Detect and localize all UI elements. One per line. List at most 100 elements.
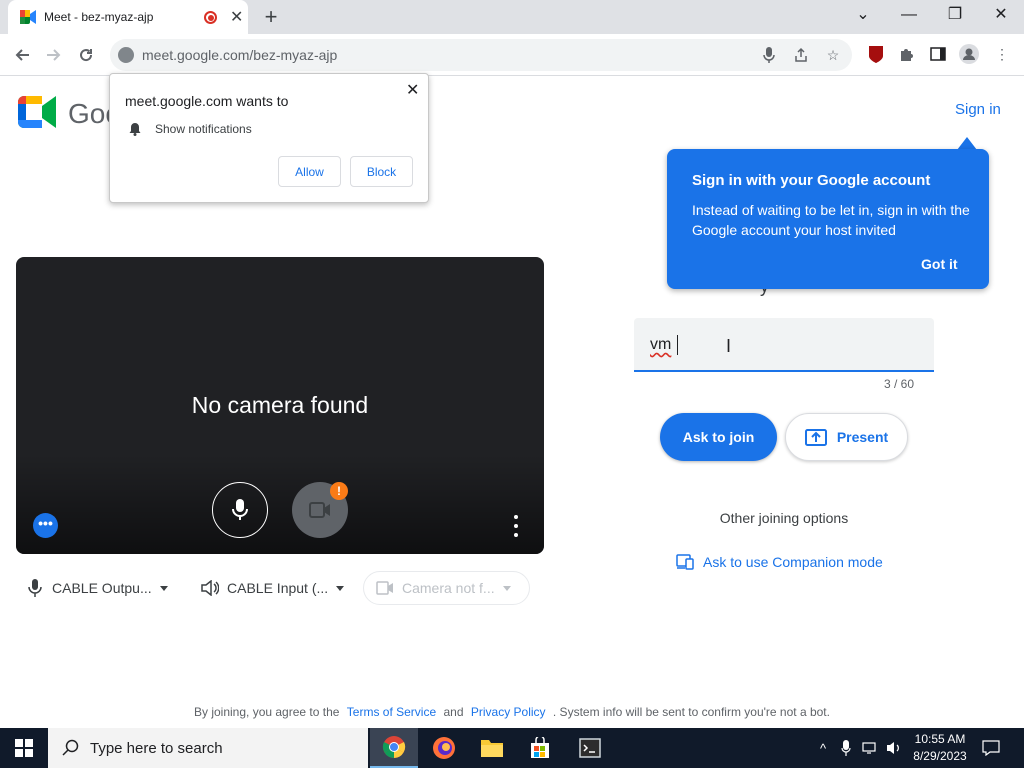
tab-strip: Meet - bez-myaz-ajp ✕ + ⌄ — ❐ ✕ — [0, 0, 1024, 34]
present-screen-icon — [804, 428, 827, 446]
microphone-icon — [28, 579, 42, 597]
companion-devices-icon — [676, 554, 694, 570]
microphone-select[interactable]: CABLE Outpu... — [28, 573, 168, 603]
notification-permission-popup: meet.google.com wants to ✕ Show notifica… — [109, 73, 429, 203]
microphone-icon — [232, 499, 248, 520]
share-icon[interactable] — [790, 44, 812, 66]
sign-in-tooltip: Sign in with your Google account Instead… — [667, 149, 989, 289]
back-button[interactable] — [10, 43, 34, 67]
folder-icon — [481, 740, 503, 757]
chevron-down-icon — [502, 585, 511, 591]
chevron-down-icon — [336, 585, 345, 591]
bell-icon — [129, 123, 141, 136]
minimize-button[interactable]: — — [889, 4, 929, 26]
visual-effects-button[interactable]: ••• — [33, 513, 58, 538]
meet-favicon-icon — [20, 10, 36, 24]
taskbar-chrome-app[interactable] — [370, 728, 418, 768]
terms-and: and — [443, 705, 464, 719]
chrome-icon — [382, 736, 406, 758]
tooltip-title: Sign in with your Google account — [692, 172, 931, 189]
taskbar-search-box[interactable]: Type here to search — [48, 728, 368, 768]
companion-mode-link[interactable]: Ask to use Companion mode — [676, 554, 883, 570]
extensions-puzzle-icon[interactable] — [896, 43, 918, 65]
tab-title: Meet - bez-myaz-ajp — [44, 10, 154, 24]
tray-microphone-icon[interactable] — [838, 728, 854, 768]
microphone-select-value: CABLE Outpu... — [52, 580, 152, 596]
tab-search-icon[interactable]: ⌄ — [843, 4, 883, 26]
popup-permission-item: Show notifications — [155, 122, 252, 136]
url-text: meet.google.com/bez-myaz-ajp — [142, 47, 338, 63]
name-input-value: vm — [650, 336, 672, 353]
companion-mode-label: Ask to use Companion mode — [703, 554, 883, 570]
sign-in-link[interactable]: Sign in — [955, 101, 1001, 118]
terms-of-service-link[interactable]: Terms of Service — [343, 705, 440, 719]
speaker-select[interactable]: CABLE Input (... — [201, 573, 345, 603]
allow-button[interactable]: Allow — [278, 156, 341, 187]
clock-date: 8/29/2023 — [913, 749, 967, 763]
camera-select[interactable]: Camera not f... — [363, 571, 530, 605]
ask-to-join-button[interactable]: Ask to join — [660, 413, 777, 461]
terms-prefix: By joining, you agree to the — [194, 705, 340, 719]
browser-toolbar: meet.google.com/bez-myaz-ajp ☆ 14 ⋮ — [0, 34, 1024, 102]
taskbar-clock[interactable]: 10:55 AM 8/29/2023 — [905, 731, 975, 765]
tab-close-icon[interactable]: ✕ — [230, 7, 243, 27]
show-hidden-icons-icon[interactable]: ^ — [812, 728, 834, 768]
side-panel-icon[interactable] — [927, 43, 949, 65]
terms-suffix: . System info will be sent to confirm yo… — [552, 705, 830, 719]
no-camera-message: No camera found — [191, 392, 369, 418]
present-label: Present — [836, 429, 889, 445]
browser-menu-icon[interactable]: ⋮ — [991, 43, 1013, 65]
bookmark-star-icon[interactable]: ☆ — [822, 44, 844, 66]
video-camera-icon — [309, 502, 330, 518]
block-button[interactable]: Block — [350, 156, 413, 187]
volume-icon[interactable] — [884, 728, 904, 768]
microphone-toggle-button[interactable] — [212, 482, 268, 538]
popup-title: meet.google.com wants to — [125, 93, 289, 109]
ibeam-cursor-icon: I — [726, 336, 732, 356]
chevron-down-icon — [159, 585, 168, 591]
network-icon[interactable] — [860, 728, 880, 768]
got-it-button[interactable]: Got it — [921, 256, 958, 272]
speaker-icon — [201, 580, 219, 596]
camera-select-value: Camera not f... — [402, 580, 495, 596]
more-options-icon[interactable] — [510, 515, 522, 537]
notification-center-icon[interactable] — [976, 728, 1006, 768]
lock-icon[interactable] — [118, 47, 134, 63]
start-button[interactable] — [0, 728, 48, 768]
address-bar[interactable]: meet.google.com/bez-myaz-ajp ☆ — [110, 39, 852, 71]
taskbar: Type here to search ^ 10:55 AM 8/29/2023 — [0, 728, 1024, 768]
taskbar-search-placeholder: Type here to search — [90, 739, 223, 757]
privacy-policy-link[interactable]: Privacy Policy — [467, 705, 550, 719]
search-icon — [62, 739, 79, 756]
extension-icon[interactable] — [865, 43, 887, 65]
video-camera-icon — [376, 581, 393, 595]
terms-notice: By joining, you agree to the Terms of Se… — [0, 705, 1024, 719]
windows-logo-icon — [15, 739, 33, 757]
taskbar-firefox-app[interactable] — [420, 728, 468, 768]
microphone-icon[interactable] — [758, 44, 780, 66]
forward-button[interactable] — [42, 43, 66, 67]
reload-button[interactable] — [74, 43, 98, 67]
close-window-button[interactable]: ✕ — [981, 4, 1021, 26]
taskbar-file-explorer-app[interactable] — [468, 728, 516, 768]
name-input[interactable]: vm I — [634, 318, 934, 372]
profile-avatar-icon[interactable] — [958, 43, 980, 65]
character-counter: 3 / 60 — [884, 377, 915, 391]
present-button[interactable]: Present — [785, 413, 908, 461]
speaker-select-value: CABLE Input (... — [227, 580, 329, 596]
recording-indicator-icon — [204, 11, 217, 24]
taskbar-terminal-app[interactable] — [566, 728, 614, 768]
firefox-icon — [433, 737, 455, 759]
video-gradient — [16, 454, 544, 554]
store-bag-icon — [531, 737, 549, 758]
video-preview: No camera found ! ••• — [16, 257, 544, 554]
browser-tab[interactable]: Meet - bez-myaz-ajp ✕ — [8, 0, 248, 34]
clock-time: 10:55 AM — [914, 732, 966, 746]
other-joining-options-heading: Other joining options — [719, 510, 849, 526]
popup-close-icon[interactable]: ✕ — [406, 80, 419, 100]
restore-button[interactable]: ❐ — [935, 4, 975, 26]
taskbar-store-app[interactable] — [516, 728, 564, 768]
google-meet-logo — [18, 96, 56, 128]
new-tab-button[interactable]: + — [260, 4, 282, 30]
text-caret — [677, 335, 678, 355]
